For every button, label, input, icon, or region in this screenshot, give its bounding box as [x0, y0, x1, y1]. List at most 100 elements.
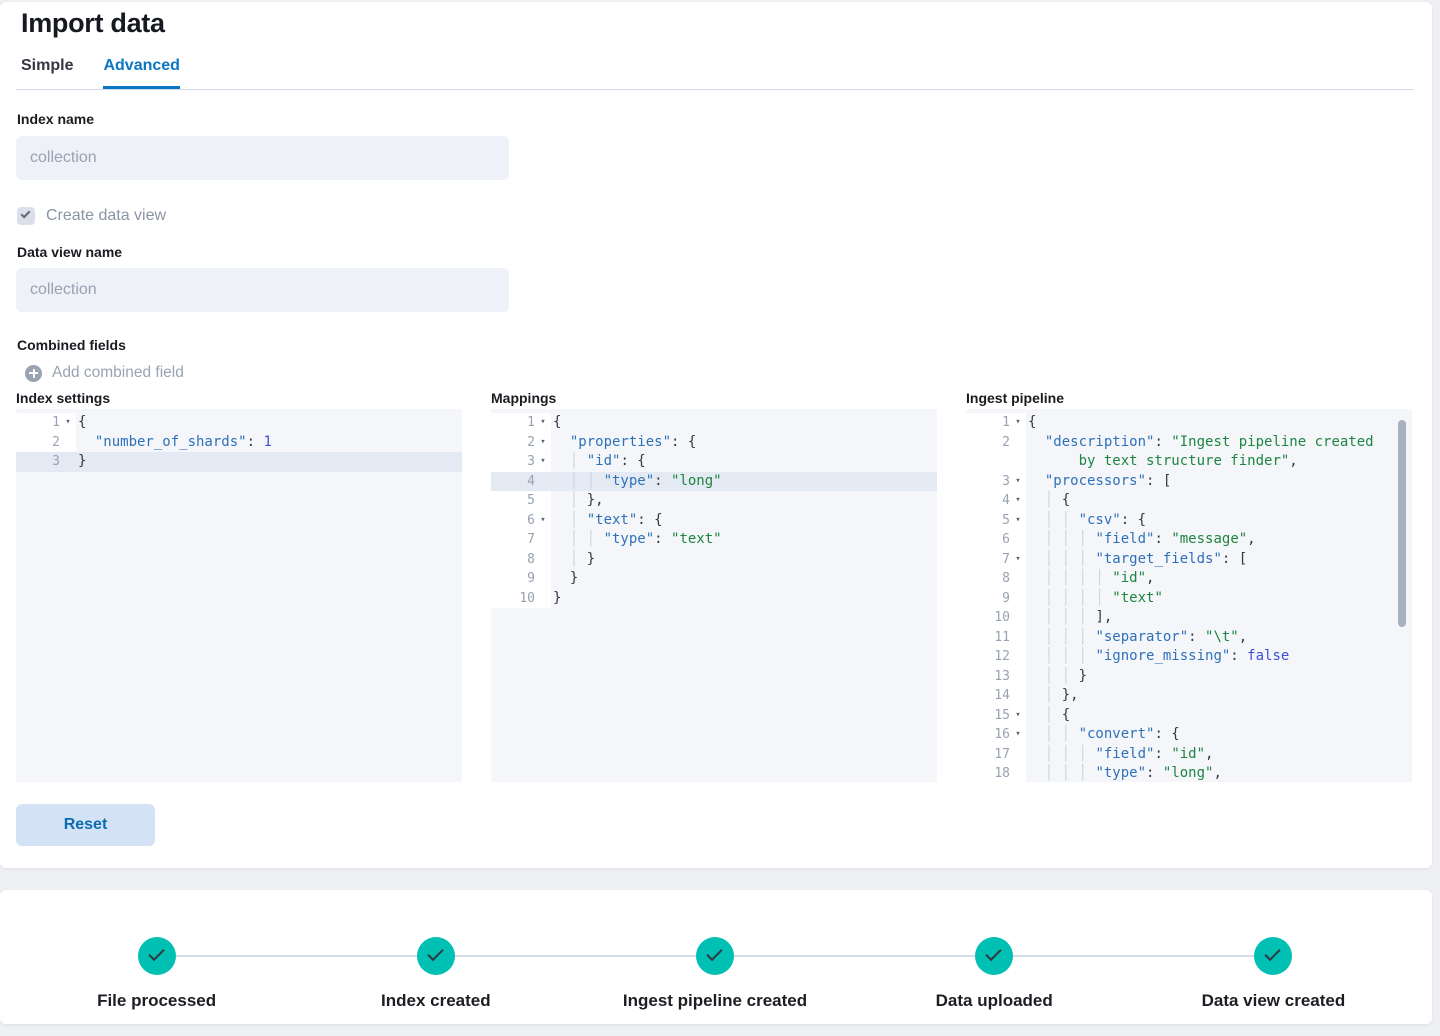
code-line: 13 │ │ } — [966, 666, 1412, 687]
data-view-name-label: Data view name — [17, 244, 123, 260]
step-ingest-pipeline-created: Ingest pipeline created — [575, 890, 854, 1024]
line-number: 16 — [994, 727, 1010, 742]
index-name-input[interactable] — [16, 136, 509, 180]
check-icon — [147, 944, 165, 962]
line-number: 15 — [994, 707, 1010, 723]
line-number: 9 — [527, 571, 535, 586]
fold-arrow-placeholder — [535, 530, 551, 550]
fold-arrow-icon[interactable]: ▾ — [1010, 511, 1026, 531]
tab-advanced[interactable]: Advanced — [103, 57, 180, 89]
line-number — [966, 452, 1010, 472]
line-number: 3 — [1002, 473, 1010, 489]
tab-simple[interactable]: Simple — [21, 57, 73, 89]
code-line: 17 │ │ │ "field": "id", — [966, 744, 1412, 765]
check-icon — [427, 944, 444, 962]
fold-arrow-icon[interactable]: ▾ — [535, 511, 551, 531]
reset-button[interactable]: Reset — [16, 804, 155, 846]
progress-panel: File processed Index created Ingest pipeli… — [0, 890, 1432, 1024]
code-line: 5 │ }, — [491, 491, 937, 511]
index-name-label: Index name — [17, 111, 95, 127]
fold-arrow-placeholder — [1010, 686, 1026, 706]
step-complete-icon — [696, 937, 734, 975]
code-line: 16 ▾ │ │ "convert": { — [966, 725, 1412, 745]
fold-arrow-placeholder — [60, 433, 76, 453]
fold-arrow-icon[interactable]: ▾ — [1010, 413, 1026, 433]
step-complete-icon — [137, 937, 176, 975]
code-line: 7 ▾ │ │ │ "target_fields": [ — [966, 549, 1412, 570]
fold-arrow-placeholder — [535, 550, 551, 570]
fold-arrow-placeholder — [1010, 608, 1026, 628]
check-icon — [706, 944, 723, 962]
steps-row: File processed Index created Ingest pipeli… — [17, 890, 1413, 1024]
code-line: 9 } — [491, 569, 937, 589]
step-complete-icon — [416, 937, 455, 975]
editor-column-index-settings: Index settings 1 ▾{2 "number_of_shards": 1… — [16, 390, 462, 782]
line-number: 6 — [527, 512, 535, 528]
fold-arrow-icon[interactable]: ▾ — [1010, 706, 1026, 726]
tab-divider — [16, 89, 1414, 90]
code-editor[interactable]: 1 ▾{2 "number_of_shards": 1 3} — [16, 409, 462, 782]
code-line: 15 ▾ │ { — [966, 705, 1412, 726]
scrollbar-thumb[interactable] — [1398, 420, 1406, 627]
editor-column-ingest-pipeline: Ingest pipeline 1 ▾{2 "description": "Inge… — [966, 390, 1412, 782]
fold-arrow-placeholder — [1010, 530, 1026, 550]
create-data-view-checkbox[interactable] — [17, 207, 35, 225]
editor-title: Ingest pipeline — [966, 390, 1065, 406]
code-line: 3 ▾ "processors": [ — [966, 471, 1412, 492]
line-number: 7 — [527, 532, 535, 547]
code-line: 12 │ │ │ "ignore_missing": false — [966, 647, 1412, 667]
create-data-view-label: Create data view — [46, 207, 167, 224]
line-number: 18 — [994, 766, 1010, 781]
line-number: 10 — [519, 590, 535, 606]
line-number: 8 — [527, 551, 535, 567]
check-icon — [1264, 944, 1282, 962]
step-label: Data view created — [1201, 991, 1346, 1010]
step-label: Data uploaded — [935, 991, 1053, 1010]
fold-arrow-icon[interactable]: ▾ — [1010, 725, 1026, 745]
editor-title: Mappings — [491, 390, 557, 406]
code-editor[interactable]: 1 ▾{2 ▾ "properties": {3 ▾ │ "id": {4 │ │ "… — [491, 409, 937, 782]
line-number: 17 — [994, 746, 1010, 762]
code-editor[interactable]: 1 ▾{2 "description": "Ingest pipeline cre… — [966, 409, 1412, 782]
fold-arrow-icon[interactable]: ▾ — [1010, 472, 1026, 492]
fold-arrow-placeholder — [60, 452, 76, 472]
fold-arrow-placeholder — [1010, 628, 1026, 648]
fold-arrow-icon[interactable]: ▾ — [535, 433, 551, 453]
code-line: by text structure finder", — [966, 452, 1412, 472]
fold-arrow-placeholder — [1010, 667, 1026, 687]
fold-arrow-icon[interactable]: ▾ — [535, 452, 551, 472]
line-number: 1 — [527, 415, 535, 430]
combined-fields-label: Combined fields — [17, 337, 126, 353]
fold-arrow-icon[interactable]: ▾ — [1010, 550, 1026, 570]
code-line: 8 │ } — [491, 549, 937, 570]
code-line: 1 ▾{ — [16, 413, 462, 433]
line-number: 4 — [527, 473, 535, 489]
fold-arrow-placeholder — [1010, 647, 1026, 667]
code-line: 2 ▾ "properties": { — [491, 432, 937, 453]
fold-arrow-placeholder — [1010, 569, 1026, 589]
line-number: 9 — [1002, 590, 1010, 606]
fold-arrow-placeholder — [535, 569, 551, 589]
fold-arrow-icon[interactable]: ▾ — [1010, 491, 1026, 511]
plus-circle-icon — [25, 364, 42, 382]
add-combined-field-button[interactable]: Add combined field — [25, 364, 184, 382]
fold-arrow-icon[interactable]: ▾ — [60, 413, 76, 433]
code-line: 6 │ │ │ "field": "message", — [966, 530, 1412, 550]
line-number: 1 — [52, 415, 60, 430]
fold-arrow-placeholder — [1010, 764, 1026, 782]
line-number: 7 — [1002, 551, 1010, 567]
fold-arrow-icon[interactable]: ▾ — [535, 413, 551, 433]
line-number: 3 — [52, 454, 60, 469]
line-number: 4 — [1002, 493, 1010, 508]
editor-column-mappings: Mappings 1 ▾{2 ▾ "properties": {3 ▾ │ "id": … — [491, 390, 937, 782]
line-number: 10 — [994, 610, 1010, 625]
line-number: 5 — [1002, 512, 1010, 528]
line-number: 2 — [52, 434, 60, 450]
step-label: File processed — [97, 991, 217, 1010]
fold-arrow-placeholder — [1010, 433, 1026, 453]
fold-arrow-placeholder — [1010, 745, 1026, 765]
line-number: 2 — [1002, 434, 1010, 450]
code-line: 18 │ │ │ "type": "long", — [966, 764, 1412, 782]
data-view-name-input[interactable] — [16, 268, 509, 312]
fold-arrow-placeholder — [1010, 589, 1026, 609]
